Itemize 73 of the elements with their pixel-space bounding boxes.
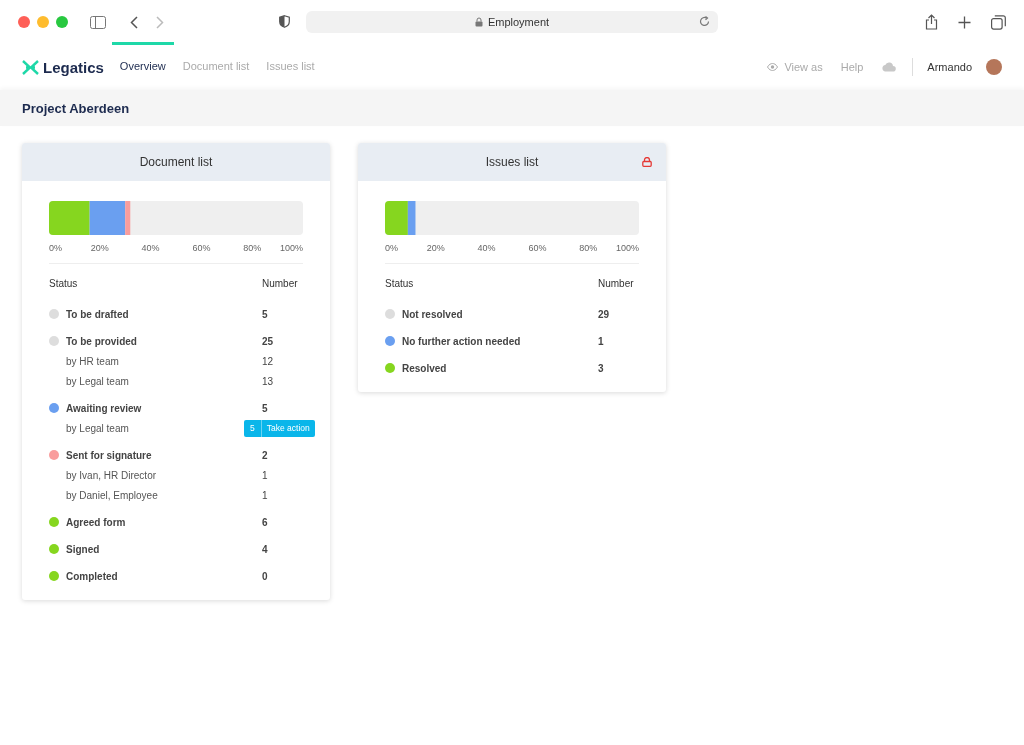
tabs-icon[interactable] [991, 14, 1006, 30]
sub-status-label: by Ivan, HR Director [65, 468, 157, 483]
bar-segment [49, 201, 90, 235]
take-action-button[interactable]: 5 Take action [244, 419, 315, 437]
sub-status-count: 12 [262, 355, 275, 367]
sidebar-icon[interactable] [90, 15, 106, 29]
reload-icon[interactable] [699, 16, 710, 27]
status-count: 5 [262, 308, 269, 320]
status-label: To be drafted [66, 308, 129, 320]
status-count: 5 [262, 402, 269, 414]
axis-tick-label: 80% [243, 243, 262, 253]
close-window-button[interactable] [18, 16, 30, 28]
nav-tab[interactable]: Document list [174, 42, 258, 90]
address-text: Employment [487, 16, 550, 28]
status-label: To be provided [66, 335, 137, 347]
status-count: 29 [598, 308, 611, 320]
axis-tick-label: 40% [477, 243, 496, 253]
status-label: Signed [66, 543, 100, 555]
avatar[interactable] [986, 59, 1002, 75]
project-title: Project Aberdeen [0, 90, 1024, 126]
status-label: Sent for signature [66, 449, 152, 461]
axis-tick-label: 20% [90, 243, 109, 253]
sub-status-count: 1 [262, 489, 269, 501]
logo-icon [22, 59, 39, 75]
status-label: No further action needed [402, 335, 521, 347]
status-count: 3 [598, 362, 605, 374]
column-header: Number [262, 278, 299, 289]
column-header: Status [385, 278, 415, 289]
nav-tab[interactable]: Overview [111, 42, 174, 90]
brand-name: Legatics [43, 58, 104, 76]
status-count: 1 [598, 335, 605, 347]
sub-status-label: by HR team [65, 354, 119, 369]
sub-status-label: by Legal team [65, 374, 129, 389]
plus-icon[interactable] [958, 15, 971, 29]
back-icon[interactable] [130, 15, 138, 29]
address-bar[interactable]: Employment [306, 11, 718, 33]
axis-tick-label: 60% [528, 243, 547, 253]
nav-tab[interactable]: Issues list [258, 42, 323, 90]
view-as-link[interactable]: View as [767, 61, 823, 73]
status-label: Resolved [402, 362, 447, 374]
sub-status-count: 1 [262, 469, 269, 481]
axis-tick-label: 100% [615, 243, 639, 253]
status-count: 4 [262, 543, 269, 555]
axis-tick-label: 20% [426, 243, 445, 253]
status-count: 6 [262, 516, 269, 528]
card-title: Issues list [485, 155, 539, 169]
axis-tick-label: 100% [279, 243, 303, 253]
status-count: 0 [262, 570, 269, 582]
help-link[interactable]: Help [840, 61, 864, 73]
axis-tick-label: 0% [49, 243, 62, 253]
axis-tick-label: 40% [141, 243, 160, 253]
axis-tick-label: 0% [385, 243, 398, 253]
lock-icon [474, 17, 483, 27]
status-label: Not resolved [402, 308, 463, 320]
lock-icon [642, 157, 652, 167]
shield-icon[interactable] [279, 15, 290, 28]
status-label: Awaiting review [66, 402, 142, 414]
card-title: Document list [139, 155, 213, 169]
share-icon[interactable] [925, 14, 938, 30]
sub-status-label: by Daniel, Employee [65, 488, 158, 503]
user-name[interactable]: Armando [927, 61, 972, 73]
column-header: Number [598, 278, 635, 289]
sub-status-count: 13 [262, 375, 275, 387]
status-count: 25 [262, 335, 275, 347]
axis-tick-label: 60% [192, 243, 211, 253]
status-label: Agreed form [66, 516, 126, 528]
column-header: Status [49, 278, 79, 289]
maximize-window-button[interactable] [56, 16, 68, 28]
eye-icon [767, 63, 779, 71]
status-label: Completed [66, 570, 118, 582]
status-count: 2 [262, 449, 269, 461]
sub-status-label: by Legal team [65, 421, 129, 436]
axis-tick-label: 80% [579, 243, 598, 253]
